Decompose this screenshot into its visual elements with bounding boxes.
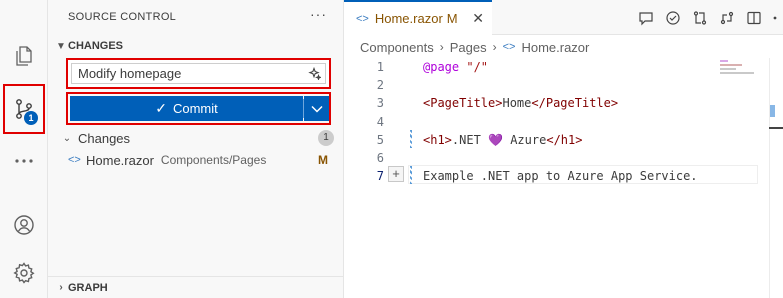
close-icon[interactable]: ✕ (472, 10, 484, 27)
breadcrumb: Components › Pages › <> Home.razor (360, 38, 589, 56)
tab-home-razor[interactable]: <> Home.razor M ✕ (344, 0, 492, 35)
code-token: <PageTitle> (423, 96, 503, 111)
source-control-icon[interactable] (0, 85, 48, 133)
minimap[interactable] (720, 60, 770, 90)
file-name: Home.razor (86, 152, 154, 168)
code-token: .NET (451, 132, 489, 147)
account-icon[interactable] (0, 201, 48, 249)
editor-toolbar (632, 8, 783, 28)
panel-more-actions[interactable]: ··· (310, 6, 327, 22)
code-token: <h1> (423, 132, 452, 147)
modified-line-marker (410, 130, 412, 148)
editor-area: <> Home.razor M ✕ Components › Pages › <… (344, 0, 783, 298)
changes-group[interactable]: ⌄ Changes 1 (48, 127, 344, 149)
compare-changes-icon[interactable] (686, 8, 713, 28)
chevron-right-icon: › (439, 40, 444, 54)
line-number: 7 (376, 169, 384, 184)
commit-message-highlight (66, 58, 331, 89)
tab-bar: <> Home.razor M ✕ (344, 0, 783, 35)
graph-section-header[interactable]: › GRAPH (48, 276, 344, 298)
code-token: Home (502, 96, 532, 111)
chevron-down-icon (310, 105, 323, 113)
changes-section-header[interactable]: ▼ CHANGES (54, 38, 123, 54)
scroll-change-marker (770, 105, 775, 117)
file-path: Components/Pages (160, 153, 267, 167)
line-number: 3 (376, 96, 384, 111)
comment-icon[interactable] (632, 8, 659, 28)
scroll-cursor-marker (769, 127, 783, 129)
chevron-down-icon: ▼ (56, 40, 66, 52)
changes-count-badge: 1 (318, 130, 334, 146)
sparkle-icon[interactable] (308, 66, 323, 83)
line-number: 6 (376, 151, 384, 165)
check-circle-icon[interactable] (659, 8, 686, 28)
tab-label: Home.razor (374, 11, 443, 26)
code-token: </PageTitle> (531, 96, 619, 111)
tab-status: M (446, 11, 458, 26)
modified-line-marker (410, 166, 412, 184)
split-editor-icon[interactable] (740, 8, 767, 28)
code-file-icon: <> (68, 154, 81, 166)
line-number: 2 (376, 78, 384, 93)
code-line[interactable]: @page "/" (423, 58, 488, 76)
commit-button[interactable]: ✓ Commit (70, 96, 303, 121)
code-file-icon: <> (502, 41, 516, 53)
changes-section-title: CHANGES (68, 40, 124, 52)
code-token: "/" (466, 60, 489, 74)
breadcrumb-file[interactable]: Home.razor (521, 40, 589, 55)
commit-button-highlight: ✓ Commit (66, 92, 331, 125)
code-token: Example .NET app to Azure App Service. (423, 169, 698, 184)
commit-dropdown-button[interactable] (304, 96, 329, 121)
changes-group-label: Changes (78, 130, 131, 146)
check-icon: ✓ (155, 100, 167, 116)
code-file-icon: <> (356, 12, 369, 25)
gear-icon[interactable] (0, 249, 48, 297)
git-compare-icon[interactable] (713, 8, 740, 28)
code-token: </h1> (546, 132, 583, 147)
code-token: Azure (502, 132, 547, 147)
code-token: @page (423, 60, 460, 74)
breadcrumb-pages[interactable]: Pages (450, 40, 487, 55)
chevron-right-icon: › (492, 40, 497, 54)
file-status: M (318, 153, 328, 167)
code-line[interactable]: <PageTitle>Home</PageTitle> (423, 94, 618, 112)
line-number: 4 (376, 114, 384, 129)
line-number: 5 (376, 132, 384, 147)
code-token: 💜 (488, 132, 503, 147)
commit-label: Commit (172, 101, 218, 116)
breadcrumb-components[interactable]: Components (360, 40, 434, 55)
files-icon[interactable] (0, 32, 48, 80)
activity-bar: 1 (0, 0, 48, 298)
ellipsis-icon[interactable] (0, 137, 48, 185)
chevron-right-icon: › (59, 282, 63, 293)
commit-message-input[interactable] (71, 63, 326, 84)
code-line[interactable]: <h1>.NET 💜 Azure</h1> (423, 131, 582, 149)
vertical-scrollbar[interactable] (769, 58, 783, 298)
changed-file-item[interactable]: <> Home.razor Components/Pages M (48, 149, 344, 171)
add-icon[interactable]: + (388, 166, 404, 182)
panel-title: SOURCE CONTROL (68, 11, 177, 23)
more-actions-icon[interactable] (767, 8, 783, 28)
chevron-down-icon: ⌄ (62, 132, 72, 144)
line-number: 1 (376, 60, 384, 74)
source-control-badge: 1 (24, 111, 38, 125)
graph-section-title: GRAPH (68, 281, 108, 294)
code-line[interactable]: Example .NET app to Azure App Service. (423, 167, 698, 185)
source-control-panel: SOURCE CONTROL ··· ▼ CHANGES ✓ Commit ⌄ … (48, 0, 344, 298)
